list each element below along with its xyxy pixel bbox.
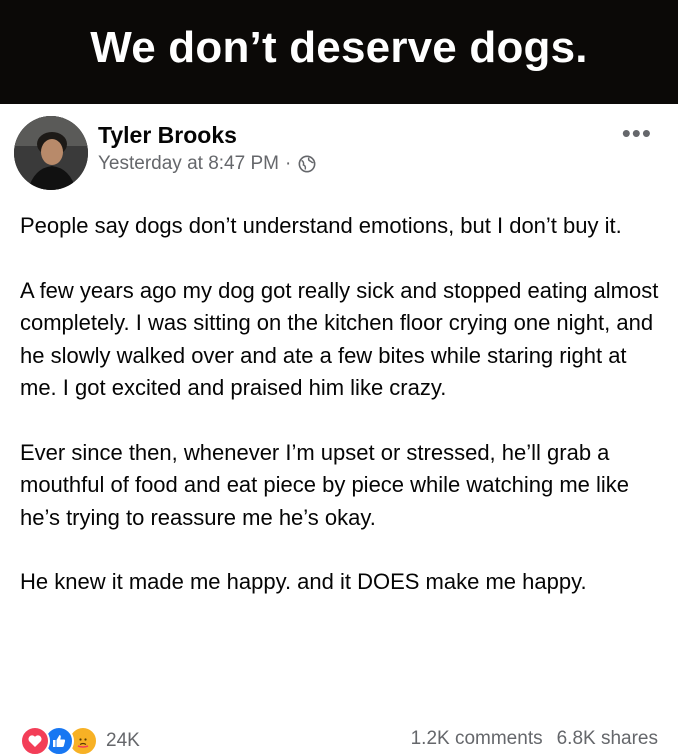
reaction-count: 24K bbox=[106, 730, 140, 751]
post-meta: Yesterday at 8:47 PM · bbox=[98, 153, 316, 175]
post-paragraph: People say dogs don’t understand emotion… bbox=[20, 213, 622, 238]
author-name[interactable]: Tyler Brooks bbox=[98, 122, 237, 149]
shares-link[interactable]: 6.8K shares bbox=[557, 728, 658, 750]
post-paragraph: A few years ago my dog got really sick a… bbox=[20, 277, 659, 401]
post-footer: 24K 1.2K comments 6.8K shares bbox=[0, 724, 678, 756]
comments-link[interactable]: 1.2K comments bbox=[411, 728, 543, 750]
banner-title: We don’t deserve dogs. bbox=[90, 23, 588, 72]
globe-icon bbox=[298, 155, 316, 173]
engagement-stats: 1.2K comments 6.8K shares bbox=[411, 728, 658, 750]
separator: · bbox=[284, 153, 292, 174]
post-body: People say dogs don’t understand emotion… bbox=[20, 210, 660, 631]
reactions-summary[interactable]: 24K bbox=[20, 726, 140, 756]
avatar[interactable] bbox=[14, 116, 88, 190]
more-options-icon[interactable]: ••• bbox=[622, 118, 652, 149]
post-paragraph: He knew it made me happy. and it DOES ma… bbox=[20, 569, 587, 594]
title-banner: We don’t deserve dogs. bbox=[0, 0, 678, 104]
timestamp[interactable]: Yesterday at 8:47 PM bbox=[98, 153, 279, 175]
post-paragraph: Ever since then, whenever I’m upset or s… bbox=[20, 439, 630, 530]
love-icon bbox=[20, 726, 50, 756]
facebook-post: Tyler Brooks Yesterday at 8:47 PM · ••• … bbox=[0, 104, 678, 756]
